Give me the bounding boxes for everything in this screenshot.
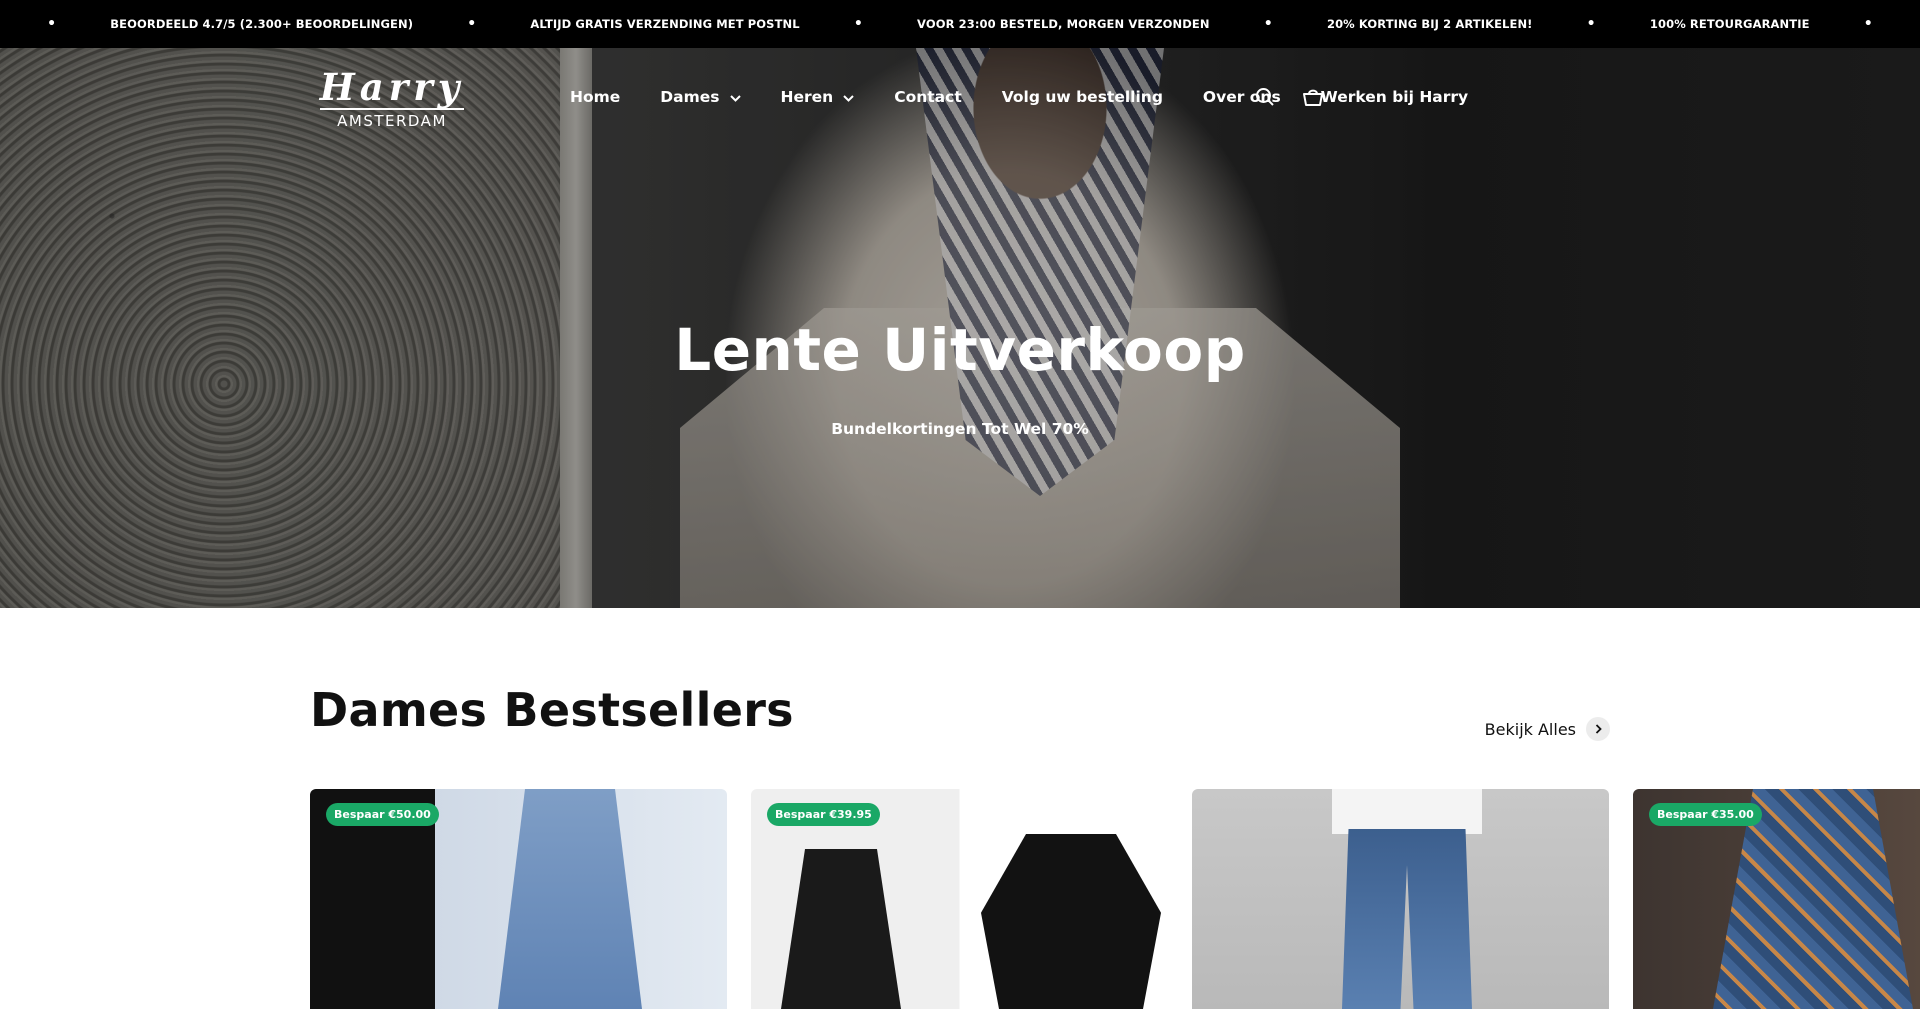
- hero-subtitle: Bundelkortingen Tot Wel 70%: [831, 420, 1089, 438]
- section-title: Dames Bestsellers: [310, 683, 794, 737]
- separator-dot: •: [1586, 16, 1596, 32]
- product-image: [498, 789, 642, 1009]
- nav-item-heren[interactable]: Heren: [781, 88, 855, 106]
- separator-dot: •: [467, 16, 477, 32]
- product-image-top: [1332, 789, 1482, 834]
- announcement-item: ALTIJD GRATIS VERZENDING MET POSTNL: [530, 17, 800, 31]
- separator-dot: •: [47, 16, 57, 32]
- product-card[interactable]: [1192, 789, 1609, 1009]
- cart-icon[interactable]: [1302, 86, 1324, 108]
- separator-dot: •: [1263, 16, 1273, 32]
- nav-label: Contact: [894, 88, 962, 106]
- announcement-item: 20% KORTING BIJ 2 ARTIKELEN!: [1326, 17, 1533, 31]
- view-all-link[interactable]: Bekijk Alles: [1485, 717, 1610, 741]
- logo-wordmark: Harry: [319, 65, 465, 109]
- product-card[interactable]: Bespaar €50.00: [310, 789, 727, 1009]
- discount-badge: Bespaar €39.95: [767, 803, 880, 826]
- product-card[interactable]: Bespaar €35.00: [1633, 789, 1920, 1009]
- logo-subtitle: AMSTERDAM: [337, 112, 447, 130]
- search-icon[interactable]: [1254, 86, 1276, 108]
- separator-dot: •: [853, 16, 863, 32]
- brand-logo[interactable]: Harry AMSTERDAM: [312, 68, 472, 130]
- chevron-right-icon: [1586, 717, 1610, 741]
- hero-banner[interactable]: Harry AMSTERDAM Home Dames Heren Contact…: [0, 48, 1920, 608]
- nav-item-dames[interactable]: Dames: [660, 88, 741, 106]
- hero-title: Lente Uitverkoop: [674, 316, 1246, 384]
- announcement-bar: • BEOORDEELD 4.7/5 (2.300+ BEOORDELINGEN…: [0, 0, 1920, 48]
- separator-dot: •: [1863, 16, 1873, 32]
- nav-item-careers[interactable]: Werken bij Harry: [1321, 88, 1468, 106]
- product-carousel: Bespaar €50.00 Bespaar €39.95 Bespaar €3…: [310, 789, 1920, 1009]
- announcement-item: VOOR 23:00 BESTELD, MORGEN VERZONDEN: [917, 17, 1210, 31]
- product-image-alt: [981, 834, 1161, 1009]
- nav-item-contact[interactable]: Contact: [894, 88, 962, 106]
- bestsellers-header: Dames Bestsellers Bekijk Alles: [310, 683, 1610, 743]
- nav-label: Werken bij Harry: [1320, 88, 1469, 106]
- product-image: [781, 849, 901, 1009]
- chevron-down-icon: [843, 92, 854, 105]
- discount-badge: Bespaar €35.00: [1649, 803, 1762, 826]
- product-card[interactable]: Bespaar €39.95: [751, 789, 1168, 1009]
- product-image: [1342, 829, 1472, 1009]
- nav-label: Home: [570, 88, 621, 106]
- view-all-label: Bekijk Alles: [1484, 719, 1576, 739]
- nav-label: Dames: [660, 88, 720, 106]
- announcement-item: BEOORDEELD 4.7/5 (2.300+ BEOORDELINGEN): [110, 17, 414, 31]
- nav-label: Heren: [780, 88, 834, 106]
- main-nav: Home Dames Heren Contact Volg uw bestell…: [570, 88, 1508, 106]
- header-actions: [1254, 86, 1324, 108]
- nav-label: Volg uw bestelling: [1001, 88, 1163, 106]
- discount-badge: Bespaar €50.00: [326, 803, 439, 826]
- announcement-item: 100% RETOURGARANTIE: [1649, 17, 1810, 31]
- nav-item-home[interactable]: Home: [570, 88, 620, 106]
- nav-item-track-order[interactable]: Volg uw bestelling: [1002, 88, 1163, 106]
- chevron-down-icon: [729, 92, 741, 105]
